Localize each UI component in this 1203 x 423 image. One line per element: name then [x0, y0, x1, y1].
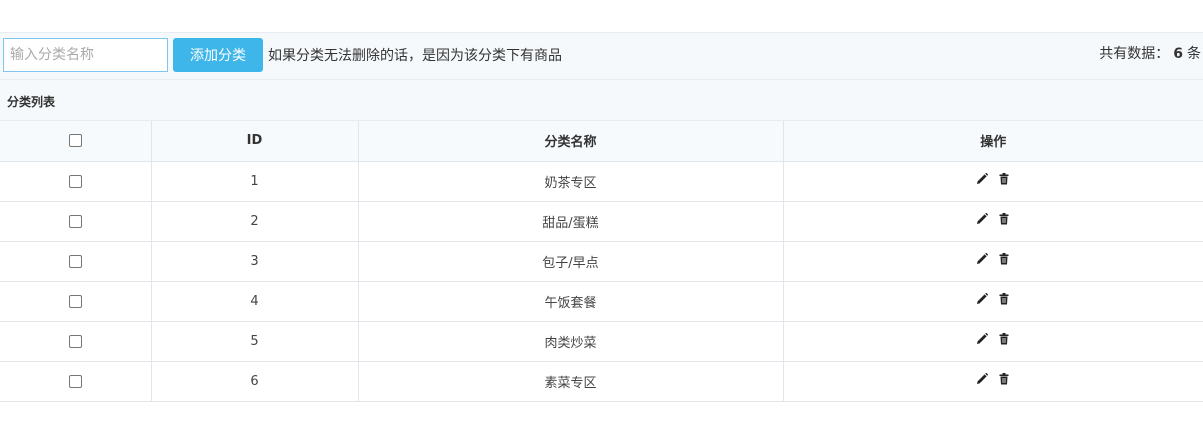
table-row: 4 午饭套餐	[0, 281, 1203, 322]
row-id-cell: 1	[151, 161, 359, 202]
row-actions	[975, 212, 1011, 226]
edit-icon[interactable]	[975, 252, 989, 266]
row-name-cell: 午饭套餐	[358, 281, 784, 322]
table-row: 6 素菜专区	[0, 361, 1203, 402]
row-actions-cell	[783, 201, 1203, 242]
row-id-cell: 3	[151, 241, 359, 282]
row-actions	[975, 252, 1011, 266]
row-actions-cell	[783, 361, 1203, 402]
record-count-suffix: 条	[1187, 46, 1201, 62]
edit-icon[interactable]	[975, 172, 989, 186]
row-name-cell: 包子/早点	[358, 241, 784, 282]
delete-icon[interactable]	[997, 252, 1011, 266]
row-checkbox[interactable]	[68, 254, 82, 268]
row-name-cell: 甜品/蛋糕	[358, 201, 784, 242]
table-row: 5 肉类炒菜	[0, 321, 1203, 362]
column-header-id: ID	[151, 121, 359, 162]
row-select-cell	[0, 161, 152, 202]
delete-hint-text: 如果分类无法删除的话，是因为该分类下有商品	[268, 48, 562, 64]
table-row: 3 包子/早点	[0, 241, 1203, 282]
table-header-row: ID 分类名称 操作	[0, 121, 1203, 162]
toolbar: 添加分类 如果分类无法删除的话，是因为该分类下有商品 共有数据：6条	[0, 32, 1203, 80]
select-all-cell	[0, 121, 152, 162]
list-title-bar: 分类列表	[0, 80, 1203, 121]
row-actions	[975, 372, 1011, 386]
row-actions	[975, 292, 1011, 306]
delete-icon[interactable]	[997, 212, 1011, 226]
row-actions	[975, 332, 1011, 346]
row-id-cell: 4	[151, 281, 359, 322]
delete-icon[interactable]	[997, 172, 1011, 186]
category-table: ID 分类名称 操作 1 奶茶专区 2 甜品/蛋糕 3 包子/早点 4 午饭套餐 5 肉类炒菜 6 素…	[0, 121, 1203, 402]
row-name-cell: 素菜专区	[358, 361, 784, 402]
record-count-prefix: 共有数据：	[1099, 46, 1170, 62]
row-checkbox[interactable]	[68, 294, 82, 308]
table-row: 2 甜品/蛋糕	[0, 201, 1203, 242]
row-actions-cell	[783, 241, 1203, 282]
row-checkbox[interactable]	[68, 214, 82, 228]
row-actions-cell	[783, 321, 1203, 362]
column-header-name: 分类名称	[358, 121, 784, 162]
row-select-cell	[0, 281, 152, 322]
table-row: 1 奶茶专区	[0, 161, 1203, 202]
row-id-cell: 5	[151, 321, 359, 362]
record-count: 共有数据： 6 条	[1099, 43, 1201, 63]
row-select-cell	[0, 361, 152, 402]
delete-icon[interactable]	[997, 372, 1011, 386]
delete-icon[interactable]	[997, 332, 1011, 346]
add-category-button[interactable]: 添加分类	[173, 38, 263, 72]
category-name-input[interactable]	[3, 38, 168, 72]
select-all-checkbox[interactable]	[68, 134, 82, 148]
edit-icon[interactable]	[975, 332, 989, 346]
edit-icon[interactable]	[975, 212, 989, 226]
row-select-cell	[0, 321, 152, 362]
row-id-cell: 6	[151, 361, 359, 402]
row-name-cell: 奶茶专区	[358, 161, 784, 202]
row-checkbox[interactable]	[68, 174, 82, 188]
row-select-cell	[0, 241, 152, 282]
edit-icon[interactable]	[975, 292, 989, 306]
delete-icon[interactable]	[997, 292, 1011, 306]
row-actions-cell	[783, 161, 1203, 202]
row-checkbox[interactable]	[68, 374, 82, 388]
row-checkbox[interactable]	[68, 334, 82, 348]
edit-icon[interactable]	[975, 372, 989, 386]
record-count-value: 6	[1173, 46, 1183, 62]
row-id-cell: 2	[151, 201, 359, 242]
row-actions	[975, 172, 1011, 186]
row-select-cell	[0, 201, 152, 242]
row-name-cell: 肉类炒菜	[358, 321, 784, 362]
row-actions-cell	[783, 281, 1203, 322]
list-title: 分类列表	[7, 95, 56, 109]
column-header-actions: 操作	[783, 121, 1203, 162]
